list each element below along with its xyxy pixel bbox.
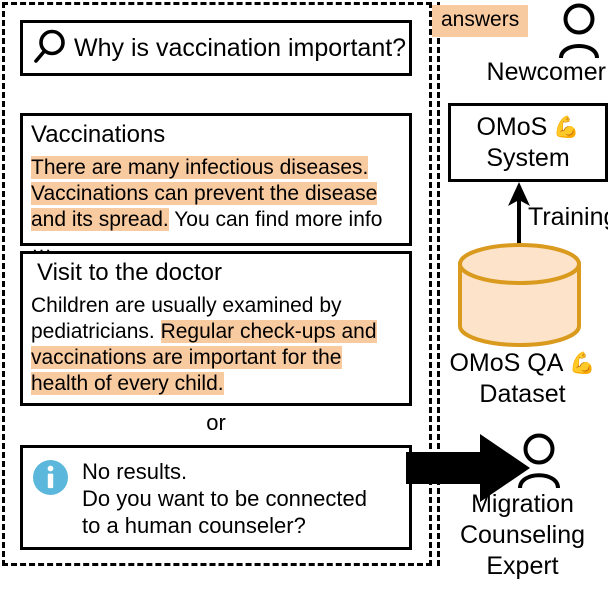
diagram-canvas: Why is vaccination important? Vaccinatio… — [0, 0, 608, 604]
no-results-line-3: to a human counseler? — [82, 513, 306, 538]
expert-label-line-2: Counseling — [459, 521, 586, 549]
training-label: Training — [528, 203, 608, 231]
muscle-emoji-icon: 💪 — [553, 115, 580, 139]
omos-system-line-2: System — [486, 143, 570, 172]
omos-system-title: OMoS — [476, 112, 548, 141]
person-icon — [557, 2, 608, 63]
no-results-card[interactable]: No results. Do you want to be connected … — [20, 445, 412, 550]
database-cylinder-icon — [457, 242, 582, 348]
no-results-line-2: Do you want to be connected — [82, 486, 367, 511]
no-results-line-1: No results. — [82, 459, 188, 484]
result-card[interactable]: Vaccinations There are many infectious d… — [20, 113, 412, 257]
omos-system-box: OMoS 💪 System — [448, 103, 608, 182]
expert-label-line-1: Migration — [471, 490, 574, 518]
dataset-label: OMoS QA 💪 Dataset — [437, 348, 608, 410]
dataset-title: OMoS QA — [449, 349, 564, 377]
person-icon — [510, 432, 568, 493]
result-snippet: There are many infectious diseases. Vacc… — [31, 155, 401, 259]
expert-label: Migration Counseling Expert — [437, 489, 608, 582]
info-icon — [33, 460, 68, 500]
muscle-emoji-icon: 💪 — [569, 352, 596, 375]
answers-label: answers — [432, 5, 529, 37]
no-results-message: No results. Do you want to be connected … — [82, 458, 367, 539]
omos-system-line-1: OMoS 💪 — [476, 112, 579, 143]
search-icon — [33, 27, 67, 70]
dataset-label-line-1: OMoS QA 💪 — [437, 348, 608, 379]
search-bar[interactable]: Why is vaccination important? — [20, 20, 412, 76]
search-query-text: Why is vaccination important? — [74, 33, 407, 62]
dataset-label-line-2: Dataset — [479, 380, 566, 408]
expert-label-line-3: Expert — [486, 552, 559, 580]
result-title: Vaccinations — [31, 121, 166, 148]
newcomer-label: Newcomer — [486, 58, 606, 86]
result-title: Visit to the doctor — [37, 259, 222, 286]
or-label: or — [206, 410, 226, 435]
result-snippet: Children are usually examined by pediatr… — [31, 293, 401, 397]
result-card[interactable]: Visit to the doctor Children are usually… — [20, 251, 412, 406]
